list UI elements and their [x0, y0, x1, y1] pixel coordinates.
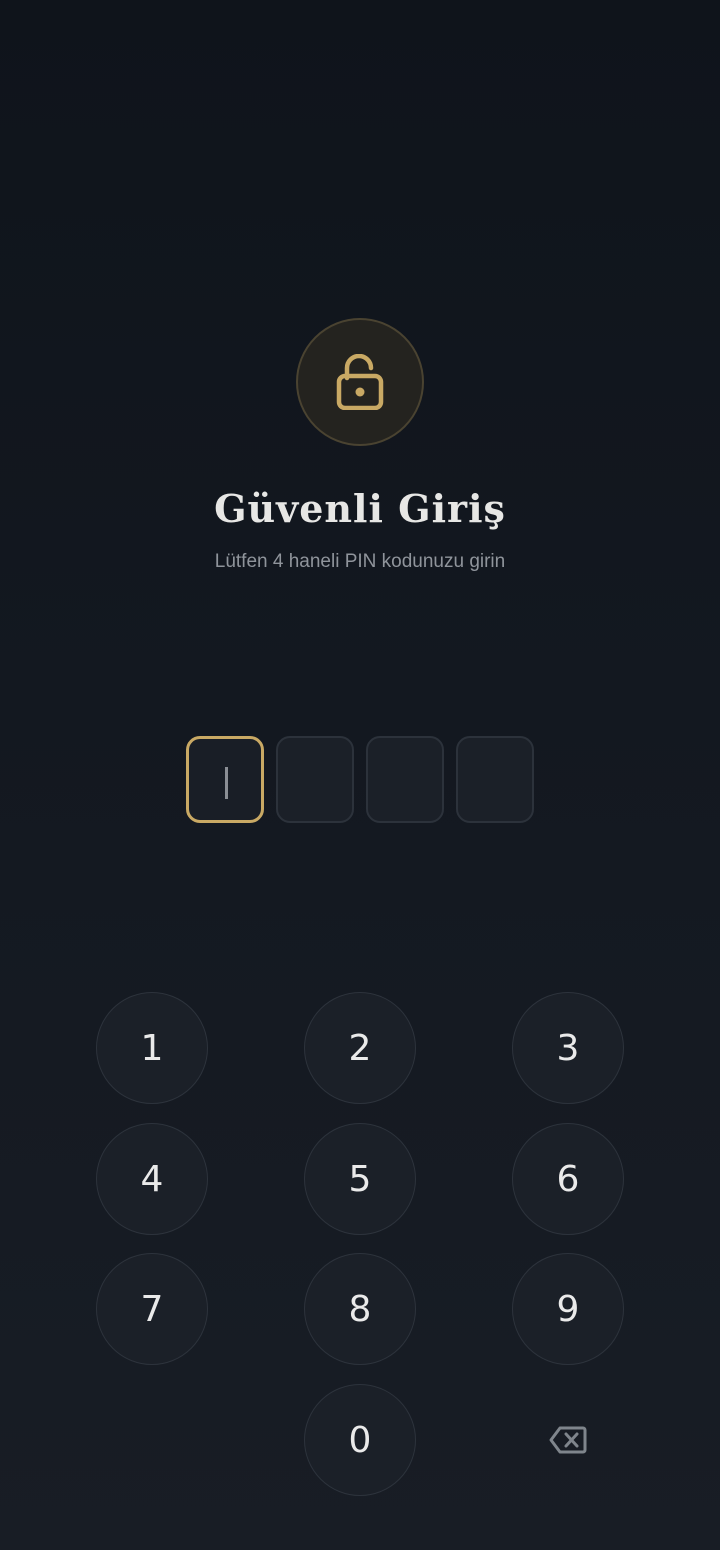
text-cursor	[225, 767, 228, 799]
pin-digit-4[interactable]	[456, 736, 534, 823]
lock-badge	[296, 318, 424, 446]
pin-entry-screen: Güvenli Giriş Lütfen 4 haneli PIN kodunu…	[0, 0, 720, 1550]
lock-open-icon	[336, 354, 384, 410]
pin-digit-3[interactable]	[366, 736, 444, 823]
page-subtitle: Lütfen 4 haneli PIN kodunuzu girin	[214, 551, 506, 572]
page-title: Güvenli Giriş	[214, 486, 506, 531]
key-9[interactable]: 9	[512, 1253, 624, 1365]
pin-digit-2[interactable]	[276, 736, 354, 823]
key-4[interactable]: 4	[96, 1123, 208, 1235]
pin-input-group	[186, 736, 534, 823]
key-7[interactable]: 7	[96, 1253, 208, 1365]
key-1[interactable]: 1	[96, 992, 208, 1104]
key-3[interactable]: 3	[512, 992, 624, 1104]
key-2[interactable]: 2	[304, 992, 416, 1104]
key-5[interactable]: 5	[304, 1123, 416, 1235]
key-6[interactable]: 6	[512, 1123, 624, 1235]
backspace-button[interactable]	[548, 1420, 588, 1460]
key-8[interactable]: 8	[304, 1253, 416, 1365]
backspace-icon	[549, 1426, 587, 1454]
key-0[interactable]: 0	[304, 1384, 416, 1496]
pin-digit-1[interactable]	[186, 736, 264, 823]
